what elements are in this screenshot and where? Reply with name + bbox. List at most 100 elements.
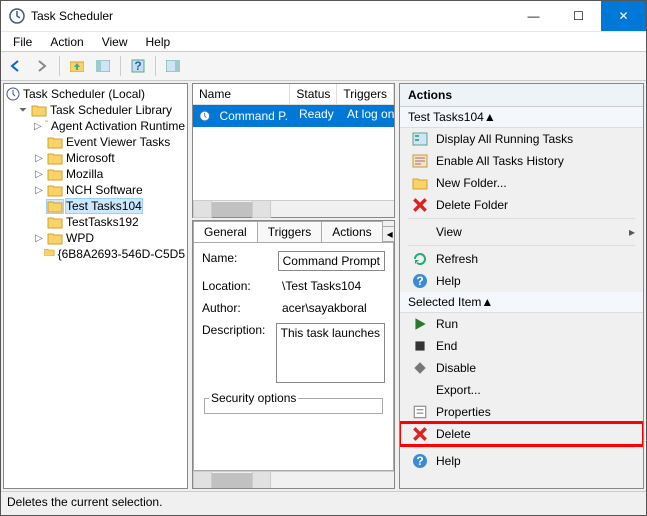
content-area: Task Scheduler (Local) ⏷ Task Scheduler … — [1, 81, 646, 491]
tasks-icon — [412, 131, 428, 147]
menu-file[interactable]: File — [5, 33, 40, 51]
action-delete-folder[interactable]: Delete Folder — [400, 194, 643, 216]
action-new-folder[interactable]: New Folder... — [400, 172, 643, 194]
history-icon — [412, 153, 428, 169]
action-disable[interactable]: Disable — [400, 357, 643, 379]
close-button[interactable]: ✕ — [601, 1, 646, 31]
menubar: File Action View Help — [1, 31, 646, 51]
action-enable-history[interactable]: Enable All Tasks History — [400, 150, 643, 172]
horizontal-scrollbar[interactable] — [193, 471, 394, 488]
help-icon: ? — [412, 453, 428, 469]
status-bar: Deletes the current selection. — [1, 491, 646, 515]
value-location: \Test Tasks104 — [282, 279, 385, 293]
app-icon — [9, 8, 25, 24]
svg-text:?: ? — [416, 454, 423, 468]
delete-x-icon — [412, 426, 428, 442]
action-delete[interactable]: Delete — [400, 423, 643, 445]
action-properties[interactable]: Properties — [400, 401, 643, 423]
folder-icon — [47, 184, 63, 197]
security-options-label: Security options — [209, 391, 298, 405]
tree-item[interactable]: ▷Mozilla — [4, 166, 187, 182]
tree-root[interactable]: Task Scheduler (Local) — [4, 86, 187, 102]
tree-item[interactable]: ▷NCH Software — [4, 182, 187, 198]
tree-item[interactable]: Event Viewer Tasks — [4, 134, 187, 150]
folder-icon — [47, 200, 63, 213]
menu-action[interactable]: Action — [42, 33, 91, 51]
expand-icon[interactable]: ▷ — [34, 169, 44, 180]
tree-item[interactable]: ▷Agent Activation Runtime — [4, 118, 187, 134]
action-end[interactable]: End — [400, 335, 643, 357]
field-description[interactable]: This task launches — [276, 323, 385, 383]
folder-icon — [31, 104, 47, 117]
svg-text:?: ? — [416, 274, 423, 288]
minimize-button[interactable]: — — [511, 1, 556, 31]
label-location: Location: — [202, 279, 272, 293]
delete-x-icon — [412, 197, 428, 213]
tree-item[interactable]: {6B8A2693-546D-C5D5 — [4, 246, 187, 262]
help-toolbar-icon[interactable]: ? — [127, 55, 149, 77]
folder-icon — [47, 136, 63, 149]
collapse-icon[interactable]: ▲ — [481, 295, 493, 309]
list-panel-icon[interactable] — [162, 55, 184, 77]
properties-icon — [412, 404, 428, 420]
label-name: Name: — [202, 251, 268, 265]
actions-pane: Actions Test Tasks104▲ Display All Runni… — [399, 83, 644, 489]
folder-icon — [47, 152, 63, 165]
task-row-selected[interactable]: Command P... Ready At log on — [193, 105, 394, 127]
expand-icon[interactable]: ▷ — [34, 153, 44, 164]
navigation-tree[interactable]: Task Scheduler (Local) ⏷ Task Scheduler … — [3, 83, 188, 489]
folder-icon — [47, 168, 63, 181]
stop-icon — [412, 338, 428, 354]
tab-scroll-left[interactable]: ◂ — [382, 226, 395, 242]
folder-up-icon[interactable] — [66, 55, 88, 77]
collapse-icon[interactable]: ▲ — [484, 110, 496, 124]
menu-help[interactable]: Help — [138, 33, 179, 51]
tree-item-selected[interactable]: Test Tasks104 — [4, 198, 187, 214]
task-list[interactable]: Name Status Triggers Command P... Ready … — [192, 83, 395, 218]
folder-icon — [44, 248, 55, 261]
tree-item[interactable]: TestTasks192 — [4, 214, 187, 230]
tree-item[interactable]: ▷WPD — [4, 230, 187, 246]
task-detail-pane: General Triggers Actions ◂▸ Name: Comman… — [192, 220, 395, 489]
field-name[interactable]: Command Prompt — [278, 251, 385, 271]
tab-body-general: Name: Command Prompt Location: \Test Tas… — [193, 242, 394, 471]
horizontal-scrollbar[interactable] — [193, 200, 394, 217]
expand-icon[interactable]: ▷ — [34, 233, 44, 244]
action-run[interactable]: Run — [400, 313, 643, 335]
action-display-running[interactable]: Display All Running Tasks — [400, 128, 643, 150]
window-buttons: — ☐ ✕ — [511, 1, 646, 31]
tree-library[interactable]: ⏷ Task Scheduler Library — [4, 102, 187, 118]
back-button[interactable] — [5, 55, 27, 77]
collapse-icon[interactable]: ⏷ — [18, 105, 28, 116]
actions-context-section: Test Tasks104▲ — [400, 107, 643, 128]
folder-icon — [47, 232, 63, 245]
window-title: Task Scheduler — [31, 9, 511, 23]
disable-icon — [412, 360, 428, 376]
tab-general[interactable]: General — [193, 221, 258, 242]
forward-button[interactable] — [31, 55, 53, 77]
menu-view[interactable]: View — [94, 33, 136, 51]
panel-toggle-icon[interactable] — [92, 55, 114, 77]
col-triggers[interactable]: Triggers — [337, 84, 394, 104]
action-export[interactable]: Export... — [400, 379, 643, 401]
col-name[interactable]: Name — [193, 84, 290, 104]
expand-icon[interactable]: ▷ — [34, 185, 44, 196]
col-status[interactable]: Status — [290, 84, 337, 104]
action-view[interactable]: View — [400, 221, 643, 243]
folder-icon — [412, 175, 428, 191]
svg-text:?: ? — [134, 59, 141, 73]
label-description: Description: — [202, 323, 266, 337]
folder-icon — [45, 120, 48, 133]
middle-pane: Name Status Triggers Command P... Ready … — [192, 83, 395, 489]
tab-actions[interactable]: Actions — [321, 221, 382, 242]
clock-icon — [6, 87, 20, 101]
expand-icon[interactable]: ▷ — [34, 121, 42, 132]
folder-icon — [47, 216, 63, 229]
tree-item[interactable]: ▷Microsoft — [4, 150, 187, 166]
action-help[interactable]: ?Help — [400, 270, 643, 292]
action-refresh[interactable]: Refresh — [400, 248, 643, 270]
action-help[interactable]: ?Help — [400, 450, 643, 472]
toolbar: ? — [1, 51, 646, 81]
tab-triggers[interactable]: Triggers — [257, 221, 323, 242]
maximize-button[interactable]: ☐ — [556, 1, 601, 31]
